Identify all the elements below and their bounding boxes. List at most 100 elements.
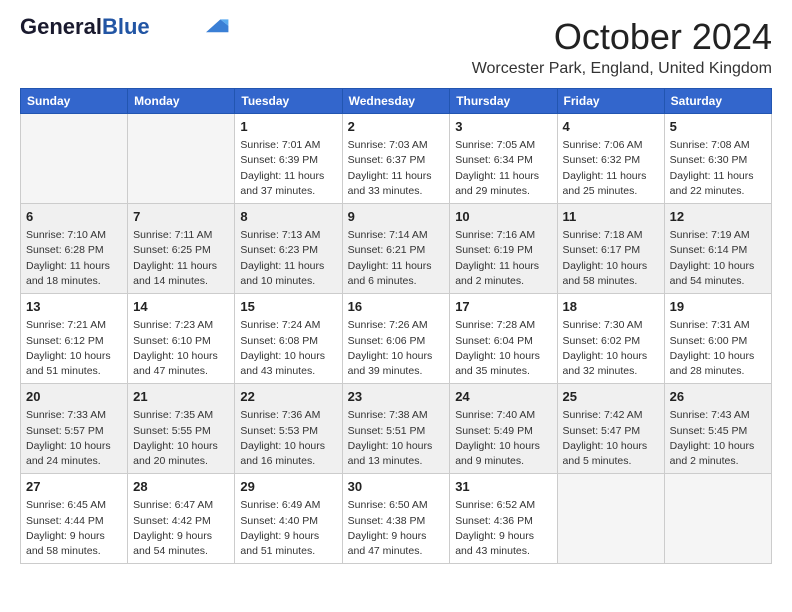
day-number: 7	[133, 208, 229, 226]
calendar-cell: 25 Sunrise: 7:42 AMSunset: 5:47 PMDayligh…	[557, 384, 664, 474]
day-number: 15	[240, 298, 336, 316]
calendar-cell: 31 Sunrise: 6:52 AMSunset: 4:36 PMDayligh…	[450, 474, 557, 564]
day-detail: Sunrise: 7:18 AMSunset: 6:17 PMDaylight:…	[563, 228, 659, 289]
day-number: 5	[670, 118, 766, 136]
day-detail: Sunrise: 7:33 AMSunset: 5:57 PMDaylight:…	[26, 408, 122, 469]
day-number: 21	[133, 388, 229, 406]
calendar-cell: 6 Sunrise: 7:10 AMSunset: 6:28 PMDaylight…	[21, 204, 128, 294]
day-number: 30	[348, 478, 445, 496]
calendar-cell	[557, 474, 664, 564]
day-detail: Sunrise: 7:11 AMSunset: 6:25 PMDaylight:…	[133, 228, 229, 289]
calendar-cell: 16Sunrise: 7:26 AMSunset: 6:06 PMDayligh…	[342, 294, 450, 384]
calendar-cell: 15 Sunrise: 7:24 AMSunset: 6:08 PMDayligh…	[235, 294, 342, 384]
calendar-table: Sunday Monday Tuesday Wednesday Thursday…	[20, 88, 772, 564]
col-friday: Friday	[557, 89, 664, 114]
calendar-cell: 29Sunrise: 6:49 AMSunset: 4:40 PMDayligh…	[235, 474, 342, 564]
calendar-cell: 3 Sunrise: 7:05 AMSunset: 6:34 PMDaylight…	[450, 114, 557, 204]
day-number: 18	[563, 298, 659, 316]
logo-icon	[198, 16, 230, 34]
header: GeneralBlue October 2024 Worcester Park,…	[20, 16, 772, 78]
day-detail: Sunrise: 7:19 AMSunset: 6:14 PMDaylight:…	[670, 228, 766, 289]
month-title: October 2024	[472, 16, 772, 58]
day-number: 6	[26, 208, 122, 226]
calendar-cell: 21 Sunrise: 7:35 AMSunset: 5:55 PMDayligh…	[128, 384, 235, 474]
calendar-week-row: 20 Sunrise: 7:33 AMSunset: 5:57 PMDayligh…	[21, 384, 772, 474]
day-detail: Sunrise: 6:47 AMSunset: 4:42 PMDaylight:…	[133, 498, 229, 559]
calendar-cell: 11 Sunrise: 7:18 AMSunset: 6:17 PMDayligh…	[557, 204, 664, 294]
day-number: 26	[670, 388, 766, 406]
day-detail: Sunrise: 7:05 AMSunset: 6:34 PMDaylight:…	[455, 138, 551, 199]
calendar-cell: 24Sunrise: 7:40 AMSunset: 5:49 PMDayligh…	[450, 384, 557, 474]
day-number: 4	[563, 118, 659, 136]
col-tuesday: Tuesday	[235, 89, 342, 114]
calendar-cell: 30 Sunrise: 6:50 AMSunset: 4:38 PMDayligh…	[342, 474, 450, 564]
calendar-cell: 26 Sunrise: 7:43 AMSunset: 5:45 PMDayligh…	[664, 384, 771, 474]
col-saturday: Saturday	[664, 89, 771, 114]
day-detail: Sunrise: 7:16 AMSunset: 6:19 PMDaylight:…	[455, 228, 551, 289]
calendar-cell: 7 Sunrise: 7:11 AMSunset: 6:25 PMDaylight…	[128, 204, 235, 294]
day-number: 2	[348, 118, 445, 136]
day-detail: Sunrise: 7:28 AMSunset: 6:04 PMDaylight:…	[455, 318, 551, 379]
day-number: 22	[240, 388, 336, 406]
logo-text: GeneralBlue	[20, 16, 150, 38]
day-detail: Sunrise: 7:31 AMSunset: 6:00 PMDaylight:…	[670, 318, 766, 379]
day-detail: Sunrise: 7:38 AMSunset: 5:51 PMDaylight:…	[348, 408, 445, 469]
col-thursday: Thursday	[450, 89, 557, 114]
calendar-cell: 1 Sunrise: 7:01 AMSunset: 6:39 PMDaylight…	[235, 114, 342, 204]
day-number: 29	[240, 478, 336, 496]
calendar-cell: 9Sunrise: 7:14 AMSunset: 6:21 PMDaylight…	[342, 204, 450, 294]
logo-blue: Blue	[102, 14, 150, 39]
day-number: 19	[670, 298, 766, 316]
day-detail: Sunrise: 7:01 AMSunset: 6:39 PMDaylight:…	[240, 138, 336, 199]
day-detail: Sunrise: 7:13 AMSunset: 6:23 PMDaylight:…	[240, 228, 336, 289]
day-detail: Sunrise: 7:42 AMSunset: 5:47 PMDaylight:…	[563, 408, 659, 469]
day-number: 3	[455, 118, 551, 136]
calendar-cell: 17 Sunrise: 7:28 AMSunset: 6:04 PMDayligh…	[450, 294, 557, 384]
calendar-cell: 22Sunrise: 7:36 AMSunset: 5:53 PMDayligh…	[235, 384, 342, 474]
calendar-cell: 23Sunrise: 7:38 AMSunset: 5:51 PMDayligh…	[342, 384, 450, 474]
calendar-cell: 2Sunrise: 7:03 AMSunset: 6:37 PMDaylight…	[342, 114, 450, 204]
calendar-cell	[664, 474, 771, 564]
calendar-week-row: 27 Sunrise: 6:45 AMSunset: 4:44 PMDayligh…	[21, 474, 772, 564]
calendar-header-row: Sunday Monday Tuesday Wednesday Thursday…	[21, 89, 772, 114]
calendar-cell: 12Sunrise: 7:19 AMSunset: 6:14 PMDayligh…	[664, 204, 771, 294]
day-detail: Sunrise: 7:21 AMSunset: 6:12 PMDaylight:…	[26, 318, 122, 379]
calendar-cell: 4Sunrise: 7:06 AMSunset: 6:32 PMDaylight…	[557, 114, 664, 204]
logo-general: General	[20, 14, 102, 39]
day-number: 27	[26, 478, 122, 496]
calendar-cell: 28 Sunrise: 6:47 AMSunset: 4:42 PMDayligh…	[128, 474, 235, 564]
calendar-cell	[21, 114, 128, 204]
calendar-cell: 13Sunrise: 7:21 AMSunset: 6:12 PMDayligh…	[21, 294, 128, 384]
day-number: 11	[563, 208, 659, 226]
day-detail: Sunrise: 6:52 AMSunset: 4:36 PMDaylight:…	[455, 498, 551, 559]
page: GeneralBlue October 2024 Worcester Park,…	[0, 0, 792, 612]
day-detail: Sunrise: 7:10 AMSunset: 6:28 PMDaylight:…	[26, 228, 122, 289]
col-sunday: Sunday	[21, 89, 128, 114]
day-detail: Sunrise: 7:43 AMSunset: 5:45 PMDaylight:…	[670, 408, 766, 469]
calendar-cell: 5 Sunrise: 7:08 AMSunset: 6:30 PMDaylight…	[664, 114, 771, 204]
day-number: 28	[133, 478, 229, 496]
day-number: 14	[133, 298, 229, 316]
day-number: 25	[563, 388, 659, 406]
day-number: 20	[26, 388, 122, 406]
calendar-week-row: 6 Sunrise: 7:10 AMSunset: 6:28 PMDaylight…	[21, 204, 772, 294]
day-number: 31	[455, 478, 551, 496]
day-detail: Sunrise: 7:35 AMSunset: 5:55 PMDaylight:…	[133, 408, 229, 469]
day-detail: Sunrise: 7:08 AMSunset: 6:30 PMDaylight:…	[670, 138, 766, 199]
day-detail: Sunrise: 6:50 AMSunset: 4:38 PMDaylight:…	[348, 498, 445, 559]
col-monday: Monday	[128, 89, 235, 114]
day-detail: Sunrise: 6:45 AMSunset: 4:44 PMDaylight:…	[26, 498, 122, 559]
day-number: 16	[348, 298, 445, 316]
day-number: 10	[455, 208, 551, 226]
calendar-cell: 8Sunrise: 7:13 AMSunset: 6:23 PMDaylight…	[235, 204, 342, 294]
calendar-cell: 19 Sunrise: 7:31 AMSunset: 6:00 PMDayligh…	[664, 294, 771, 384]
calendar-week-row: 13Sunrise: 7:21 AMSunset: 6:12 PMDayligh…	[21, 294, 772, 384]
day-detail: Sunrise: 7:24 AMSunset: 6:08 PMDaylight:…	[240, 318, 336, 379]
day-number: 1	[240, 118, 336, 136]
title-section: October 2024 Worcester Park, England, Un…	[472, 16, 772, 78]
calendar-cell: 27 Sunrise: 6:45 AMSunset: 4:44 PMDayligh…	[21, 474, 128, 564]
col-wednesday: Wednesday	[342, 89, 450, 114]
day-number: 17	[455, 298, 551, 316]
calendar-cell: 18Sunrise: 7:30 AMSunset: 6:02 PMDayligh…	[557, 294, 664, 384]
day-number: 24	[455, 388, 551, 406]
